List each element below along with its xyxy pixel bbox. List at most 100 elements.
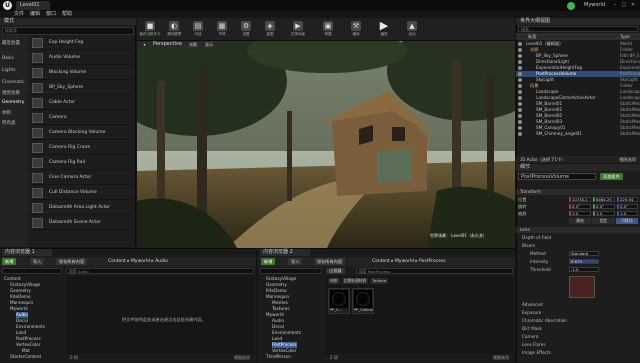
source-control-button[interactable]: ◐ 源码管理	[163, 20, 185, 40]
asset-tile[interactable]: PP_Outline	[352, 288, 374, 314]
level-tab[interactable]: Level01	[16, 1, 50, 10]
content-button[interactable]: ▤ 内容	[187, 20, 209, 40]
marketplace-button[interactable]: ▦ 市场	[211, 20, 233, 40]
add-component-button[interactable]: 添加组件	[600, 173, 623, 180]
list-item[interactable]: Datasmith Scene Actor	[29, 216, 134, 230]
save-all-button[interactable]: 保存所有内容	[314, 258, 346, 265]
lighting-mode-button[interactable]: 光照	[186, 42, 200, 48]
eye-icon[interactable]	[518, 132, 522, 136]
path-content[interactable]: Content	[108, 259, 126, 264]
category-recent[interactable]: 最近放置	[2, 40, 20, 46]
add-new-button[interactable]: 新增	[2, 258, 17, 265]
outliner-row[interactable]: SM_Chimney_angel01StaticMesh	[516, 131, 640, 137]
content-browser-2-tab[interactable]: 内容浏览器 2	[260, 249, 310, 256]
outliner-search-input[interactable]: 搜索...	[518, 26, 638, 32]
path-myworld[interactable]: Myworld	[131, 259, 150, 264]
scale-x-field[interactable]: 1.0	[569, 211, 591, 216]
eye-icon[interactable]	[518, 114, 522, 118]
mobility-static[interactable]: 静态	[569, 218, 592, 224]
camera-row[interactable]: Camera	[522, 334, 538, 339]
eye-icon[interactable]	[518, 66, 522, 70]
build-button[interactable]: ▣ 构建	[317, 20, 339, 40]
play-button[interactable]: ▶ 播放	[373, 20, 395, 40]
unreal-logo-icon[interactable]: U	[3, 1, 12, 10]
add-new-button[interactable]: 新增	[261, 258, 276, 265]
asset-search-input[interactable]: 搜索 PostProcess	[356, 268, 513, 274]
list-item[interactable]: BP_Sky_Sphere	[29, 81, 134, 95]
lens-flares-row[interactable]: Lens Flares	[522, 342, 546, 347]
save-button[interactable]: ■ 保存当前关卡	[139, 20, 161, 40]
compile-button[interactable]: ⚒ 编译	[345, 20, 367, 40]
eye-icon[interactable]	[518, 126, 522, 130]
eye-icon[interactable]	[518, 42, 522, 46]
level-viewport[interactable]	[137, 41, 515, 248]
list-item[interactable]: Camera	[29, 111, 134, 125]
details-tab[interactable]: 细节	[516, 164, 640, 171]
cinematics-button[interactable]: ▶ 过场动画	[287, 20, 309, 40]
bloom-method-select[interactable]: Standard	[569, 251, 599, 256]
mobility-movable[interactable]: 可移动	[615, 218, 638, 224]
filter-tag-texture[interactable]: Texture	[370, 278, 389, 284]
outliner-tab[interactable]: 世界大纲视图	[516, 18, 640, 25]
list-item[interactable]: Cine Camera Actor	[29, 171, 134, 185]
show-flags-button[interactable]: 显示	[202, 42, 216, 48]
list-item[interactable]: Datasmith Area Light Actor	[29, 201, 134, 215]
asset-tile[interactable]: PP_C...	[328, 288, 350, 314]
eye-icon[interactable]	[518, 120, 522, 124]
import-button[interactable]: 导入	[30, 258, 45, 265]
dirt-mask-row[interactable]: Dirt Mask	[522, 326, 542, 331]
location-z-field[interactable]: 225.94	[617, 197, 638, 202]
image-effects-row[interactable]: Image Effects	[522, 350, 551, 355]
rotation-y-field[interactable]: 0.0°	[593, 204, 615, 209]
tree-item[interactable]: ThirdPerson	[266, 354, 291, 360]
list-item[interactable]: Cable Actor	[29, 96, 134, 110]
menu-window[interactable]: 窗口	[46, 11, 56, 17]
close-icon[interactable]: ✕	[630, 2, 636, 8]
list-item[interactable]: Blocking Volume	[29, 66, 134, 80]
path-myworld[interactable]: Myworld	[395, 259, 414, 264]
category-basic[interactable]: Basic	[2, 56, 14, 61]
advanced-row[interactable]: Advanced	[522, 302, 543, 307]
list-item[interactable]: Audio Volume	[29, 51, 134, 65]
exposure-row[interactable]: Exposure	[522, 310, 541, 315]
maximize-icon[interactable]: □	[621, 2, 627, 8]
list-item[interactable]: Exp Height Fog	[29, 36, 134, 50]
rotation-x-field[interactable]: 0.0°	[569, 204, 591, 209]
category-all-classes[interactable]: 所有类	[2, 120, 16, 126]
tree-item[interactable]: StarterContent	[10, 354, 41, 360]
location-x-field[interactable]: 10730.2	[569, 197, 591, 202]
view-options-button[interactable]: 视图选项	[619, 156, 636, 163]
lens-section-header[interactable]: Lens	[516, 227, 640, 233]
filter-tag-material[interactable]: 材质	[328, 278, 340, 284]
filters-button[interactable]: 过滤器	[326, 268, 345, 274]
category-geometry[interactable]: Geometry	[2, 100, 24, 105]
eye-icon[interactable]	[518, 90, 522, 94]
category-volumes[interactable]: 体积	[2, 110, 11, 116]
path-postprocess[interactable]: PostProcess	[419, 259, 446, 264]
path-content[interactable]: Content	[372, 259, 390, 264]
scale-y-field[interactable]: 1.0	[593, 211, 615, 216]
list-item[interactable]: Camera Rig Rail	[29, 156, 134, 170]
menu-edit[interactable]: 编辑	[30, 11, 40, 17]
category-lights[interactable]: Lights	[2, 68, 16, 73]
category-visual-effects[interactable]: 视觉效果	[2, 90, 20, 96]
actor-name-field[interactable]: PostProcessVolume	[518, 173, 596, 180]
rotation-z-field[interactable]: 0.0°	[617, 204, 638, 209]
mobility-stationary[interactable]: 固定	[592, 218, 615, 224]
class-search-input[interactable]: 搜索类	[2, 27, 134, 35]
menu-help[interactable]: 帮助	[62, 11, 72, 17]
filter-tag-postprocess-material[interactable]: 后期处理材质	[341, 278, 369, 284]
launch-button[interactable]: ▲ 启动	[401, 20, 423, 40]
save-all-button[interactable]: 保存所有内容	[56, 258, 88, 265]
asset-view[interactable]	[66, 276, 254, 354]
menu-file[interactable]: 文件	[14, 11, 24, 17]
category-cinematic[interactable]: Cinematic	[2, 80, 25, 85]
content-browser-1-tab[interactable]: 内容浏览器 1	[2, 249, 52, 256]
bloom-threshold-field[interactable]: -1.0	[569, 267, 599, 272]
list-item[interactable]: Cull Distance Volume	[29, 186, 134, 200]
blueprint-button[interactable]: ◈ 蓝图	[259, 20, 281, 40]
cb2-view-options[interactable]: 视图选项	[493, 354, 509, 361]
list-item[interactable]: Camera Rig Crane	[29, 141, 134, 155]
scale-z-field[interactable]: 1.0	[617, 211, 638, 216]
modes-tab[interactable]: 模式	[0, 18, 136, 25]
